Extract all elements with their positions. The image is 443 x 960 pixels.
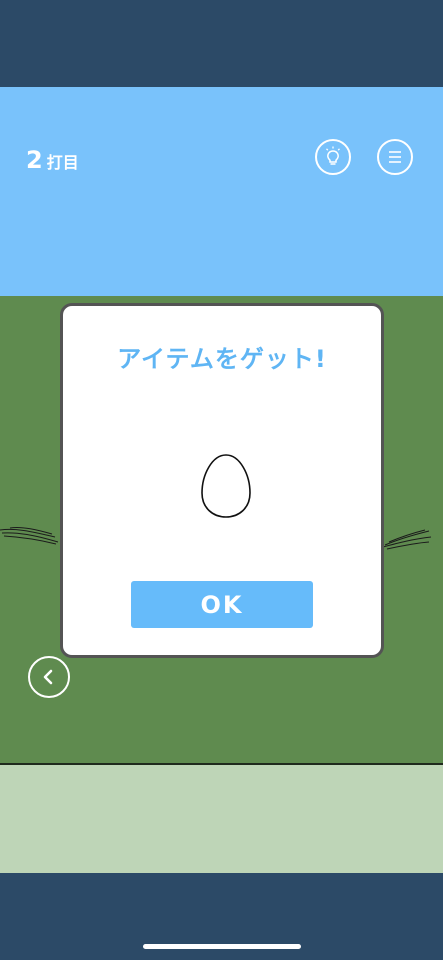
hint-button[interactable] bbox=[315, 139, 351, 175]
ok-button[interactable]: OK bbox=[131, 581, 313, 628]
back-button[interactable] bbox=[28, 656, 70, 698]
grass-tuft-left-icon bbox=[0, 527, 59, 545]
stroke-unit-label: 打目 bbox=[46, 153, 79, 172]
game-header bbox=[0, 87, 443, 296]
item-tray bbox=[0, 765, 443, 873]
menu-icon bbox=[389, 151, 401, 163]
stroke-number: 2 bbox=[26, 146, 43, 174]
home-indicator[interactable] bbox=[143, 944, 301, 949]
grass-tuft-right-icon bbox=[383, 529, 432, 550]
menu-button[interactable] bbox=[377, 139, 413, 175]
top-status-area bbox=[0, 0, 443, 87]
lightbulb-icon bbox=[326, 146, 340, 165]
dialog-title: アイテムをゲット! bbox=[117, 345, 327, 373]
stroke-counter: 2 打目 bbox=[26, 148, 79, 172]
egg-icon bbox=[201, 454, 251, 518]
item-get-dialog: アイテムをゲット! OK bbox=[60, 303, 384, 658]
chevron-left-icon bbox=[43, 669, 53, 685]
